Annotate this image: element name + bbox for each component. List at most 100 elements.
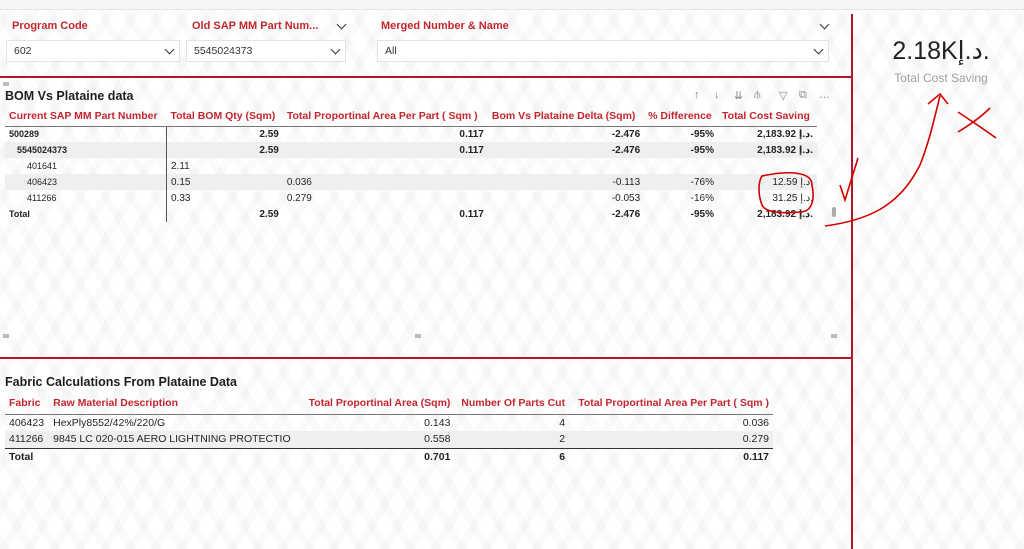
- table-cell: [718, 158, 817, 174]
- table-cell: 406423: [9, 416, 45, 429]
- column-header[interactable]: Total Proportinal Area Per Part ( Sqm ): [282, 106, 488, 127]
- table-cell: -0.113: [487, 174, 645, 190]
- column-header[interactable]: % Difference: [644, 106, 719, 127]
- table-cell: 2.59: [259, 128, 279, 140]
- table-row[interactable]: 406423 0.15 0.036 -0.113 -76% 12.59 د.إ.: [5, 174, 817, 190]
- table-cell: 2,183.92 د.إ.: [718, 142, 817, 158]
- table-cell: -2.476: [611, 128, 641, 140]
- table-cell: [488, 158, 644, 174]
- table-row[interactable]: 5545024373 2.59 0.117 -2.476 -95% 2,183.…: [5, 142, 817, 158]
- resize-handle[interactable]: [831, 334, 837, 338]
- table-cell: 0.279: [569, 431, 773, 448]
- table-row[interactable]: 401641 2.11: [5, 158, 817, 174]
- resize-handle[interactable]: [3, 82, 9, 86]
- table-cell: 0.701: [300, 447, 455, 465]
- resize-handle[interactable]: [3, 334, 9, 338]
- arrow-down-icon[interactable]: ↓: [714, 89, 720, 101]
- table-cell: 0.036: [742, 416, 769, 429]
- table-row[interactable]: 411266 0.33 0.279 -0.053 -16% 31.25 د.إ.: [5, 190, 817, 206]
- table-cell: 4: [559, 416, 566, 429]
- table-cell: 0.117: [459, 208, 484, 220]
- kpi-value: 2.18Kد.إ.: [892, 37, 990, 65]
- expand-hierarchy-icon[interactable]: ⫛: [754, 89, 761, 102]
- column-header[interactable]: Total BOM Qty (Sqm): [166, 106, 283, 127]
- table-cell: 0.33: [171, 192, 191, 204]
- table-cell: 0.279: [286, 192, 312, 204]
- table-cell: 0.143: [424, 416, 451, 429]
- slicer-title: Program Code: [12, 20, 88, 32]
- chevron-down-icon[interactable]: [164, 44, 175, 55]
- arrow-up-icon[interactable]: ↑: [694, 89, 700, 101]
- table-cell: 31.25 د.إ.: [772, 192, 813, 204]
- column-header[interactable]: Total Cost Saving: [718, 106, 817, 127]
- top-strip: [0, 0, 1024, 10]
- slicer-dropdown[interactable]: 5545024373: [186, 40, 346, 62]
- row-header[interactable]: 5545024373: [5, 142, 167, 158]
- total-label: Total: [5, 206, 167, 222]
- fabric-table: Fabric Raw Material Description Total Pr…: [5, 392, 773, 465]
- table-cell: 12.59 د.إ.: [718, 174, 817, 190]
- column-header[interactable]: Total Proportinal Area (Sqm): [300, 392, 455, 415]
- table-cell: -0.053: [611, 192, 641, 204]
- table-cell: 0.558: [300, 431, 455, 448]
- table-row[interactable]: 406423 HexPly8552/42%/220/G 0.143 4 0.03…: [5, 414, 773, 431]
- slicer-program-code: Program Code 602: [6, 20, 180, 62]
- table-cell: 2.59: [259, 208, 279, 220]
- table-cell: 2.11: [171, 160, 190, 172]
- table-cell: -2.476: [487, 142, 645, 158]
- vertical-scrollbar[interactable]: [832, 207, 836, 217]
- table-cell: -95%: [690, 208, 715, 220]
- table-cell: 0.15: [166, 174, 283, 190]
- slicer-dropdown[interactable]: All: [377, 40, 829, 62]
- table-cell: 0.117: [569, 447, 773, 465]
- column-header[interactable]: Current SAP MM Part Number: [5, 106, 167, 127]
- total-row: Total 2.59 0.117 -2.476 -95% 2,183.92 د.…: [5, 206, 817, 222]
- more-options-icon[interactable]: …: [819, 89, 830, 101]
- focus-mode-icon[interactable]: ⧉: [799, 89, 807, 102]
- row-header[interactable]: 411266: [5, 190, 167, 206]
- table-cell: 2: [454, 431, 570, 448]
- table-cell: -95%: [690, 128, 715, 140]
- resize-handle[interactable]: [415, 334, 421, 338]
- fabric-table-title: Fabric Calculations From Plataine Data: [5, 375, 238, 389]
- row-header[interactable]: 406423: [5, 174, 167, 190]
- table-cell: [49, 447, 301, 465]
- table-cell: 2,183.92 د.إ.: [757, 128, 813, 140]
- bom-table-title: BOM Vs Plataine data: [5, 89, 134, 103]
- slicer-title: Merged Number & Name: [381, 20, 509, 32]
- chevron-down-icon[interactable]: [330, 44, 341, 55]
- table-cell: [283, 158, 488, 174]
- column-header[interactable]: Raw Material Description: [49, 392, 301, 415]
- slicer-merged-number: Merged Number & Name All: [377, 19, 830, 62]
- slicer-dropdown[interactable]: 602: [6, 40, 180, 62]
- total-label: Total: [5, 447, 50, 465]
- table-cell: 0.117: [459, 128, 484, 140]
- horizontal-divider: [0, 357, 852, 359]
- column-header[interactable]: Fabric: [5, 392, 50, 415]
- slicer-old-sap-part: Old SAP MM Part Num... 5545024373: [186, 19, 347, 62]
- row-header[interactable]: 401641: [5, 158, 167, 174]
- slicer-value: All: [385, 45, 397, 57]
- table-cell: 2.59: [166, 142, 283, 158]
- slicer-value: 602: [14, 45, 32, 57]
- column-header[interactable]: Total Proportinal Area Per Part ( Sqm ): [569, 392, 773, 415]
- filter-icon[interactable]: ▽: [779, 89, 787, 102]
- row-header[interactable]: 500289: [5, 126, 167, 142]
- table-cell: -16%: [690, 192, 715, 204]
- kpi-label: Total Cost Saving: [894, 71, 988, 85]
- double-arrow-down-icon[interactable]: ⇊: [734, 89, 743, 102]
- table-row[interactable]: 500289 2.59 0.117 -2.476 -95% 2,183.92 د…: [5, 126, 817, 142]
- column-header[interactable]: Number Of Parts Cut: [454, 392, 570, 415]
- table-cell: HexPly8552/42%/220/G: [53, 416, 166, 429]
- chevron-down-icon[interactable]: [813, 44, 824, 55]
- column-header[interactable]: Bom Vs Plataine Delta (Sqm): [487, 106, 645, 127]
- table-cell: -95%: [644, 142, 719, 158]
- slicer-value: 5545024373: [194, 45, 253, 57]
- table-cell: [644, 158, 718, 174]
- table-row[interactable]: 411266 9845 LC 020-015 AERO LIGHTNING PR…: [5, 431, 773, 448]
- horizontal-divider: [0, 76, 852, 78]
- table-cell: 0.036: [282, 174, 488, 190]
- vertical-divider: [851, 14, 853, 549]
- bom-matrix-table: Current SAP MM Part Number Total BOM Qty…: [5, 106, 817, 222]
- table-cell: 6: [454, 447, 570, 465]
